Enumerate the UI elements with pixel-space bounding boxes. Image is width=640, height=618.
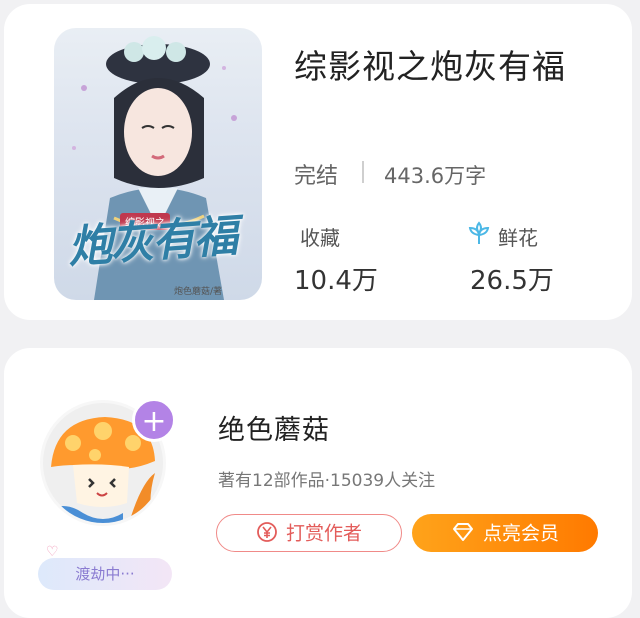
level-badge: 渡劫中··· bbox=[38, 558, 172, 590]
yen-coin-icon bbox=[257, 521, 277, 542]
author-name[interactable]: 绝色蘑菇 bbox=[218, 408, 330, 447]
status-divider bbox=[362, 161, 364, 183]
favorites-label: 收藏 bbox=[300, 226, 340, 250]
cover-author-credit: 炮色蘑菇/著 bbox=[174, 287, 223, 297]
tip-button-label: 打赏作者 bbox=[285, 522, 362, 545]
follow-plus-icon[interactable]: + bbox=[132, 398, 176, 442]
favorites-count: 10.4万 bbox=[294, 266, 378, 296]
author-meta: 著有12部作品·15039人关注 bbox=[218, 471, 436, 491]
flower-icon bbox=[468, 221, 490, 244]
book-status: 完结 bbox=[294, 164, 339, 189]
cover-title-art: 炮灰有福 bbox=[66, 210, 238, 274]
flowers-count: 26.5万 bbox=[470, 266, 554, 296]
book-title: 综影视之炮灰有福 bbox=[294, 47, 566, 86]
vip-button-label: 点亮会员 bbox=[482, 522, 559, 545]
flowers-label: 鲜花 bbox=[498, 226, 538, 250]
author-card: + ♡ ♡ 渡劫中··· 绝色蘑菇 著有12部作品·15039人关注 打赏作者 … bbox=[4, 348, 632, 618]
diamond-icon bbox=[452, 522, 473, 541]
word-count: 443.6万字 bbox=[384, 164, 487, 188]
vip-button[interactable]: 点亮会员 bbox=[412, 514, 598, 552]
author-avatar-group: + bbox=[40, 398, 180, 540]
book-cover-image[interactable]: 综影视之 炮灰有福 炮色蘑菇/著 bbox=[54, 28, 262, 300]
book-info-card: 综影视之 炮灰有福 炮色蘑菇/著 综影视之炮灰有福 完结 443.6万字 收藏 … bbox=[4, 4, 632, 320]
tip-author-button[interactable]: 打赏作者 bbox=[216, 514, 402, 552]
